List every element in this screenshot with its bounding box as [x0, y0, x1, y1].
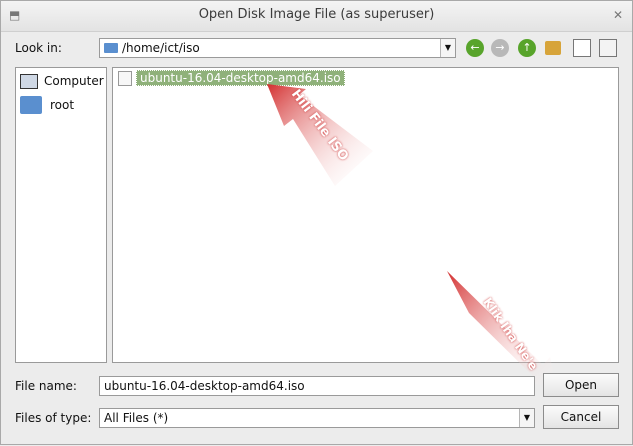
open-button[interactable]: Open [543, 373, 619, 397]
file-list: ubuntu-16.04-desktop-amd64.iso [112, 67, 619, 363]
sidebar-item-root[interactable]: root [20, 94, 74, 116]
files-of-type-value: All Files (*) [104, 411, 169, 425]
title-bar: ⬒ Open Disk Image File (as superuser) ✕ [1, 1, 632, 32]
new-folder-icon[interactable] [545, 41, 561, 55]
file-name: ubuntu-16.04-desktop-amd64.iso [136, 70, 345, 86]
file-name-field[interactable]: ubuntu-16.04-desktop-amd64.iso [99, 376, 535, 396]
close-window-icon[interactable]: ✕ [613, 8, 623, 22]
detail-view-icon[interactable] [573, 39, 591, 57]
arrow-up-icon[interactable]: ↑ [518, 39, 536, 57]
look-in-combobox[interactable]: /home/ict/iso ▼ [99, 38, 456, 58]
sidebar-item-computer[interactable]: Computer [20, 70, 104, 92]
arrow-left-icon[interactable]: ← [466, 39, 484, 57]
file-icon [118, 70, 132, 86]
list-item[interactable]: ubuntu-16.04-desktop-amd64.iso [118, 70, 345, 86]
open-disk-image-dialog: ⬒ Open Disk Image File (as superuser) ✕ … [0, 0, 633, 445]
look-in-path: /home/ict/iso [122, 41, 200, 55]
file-name-label: File name: [15, 379, 77, 393]
list-view-icon[interactable] [599, 39, 617, 57]
folder-icon [20, 96, 42, 114]
cancel-button[interactable]: Cancel [543, 405, 619, 429]
dialog-title: Open Disk Image File (as superuser) [198, 7, 435, 22]
sidebar-item-label: root [50, 98, 75, 112]
look-in-label: Look in: [15, 41, 62, 55]
files-of-type-label: Files of type: [15, 411, 92, 425]
chevron-down-icon[interactable]: ▼ [519, 409, 534, 427]
sidebar-item-label: Computer [44, 74, 104, 88]
places-sidebar: Computer root [15, 67, 107, 363]
arrow-right-icon[interactable]: → [491, 39, 509, 57]
chevron-down-icon[interactable]: ▼ [440, 39, 455, 57]
computer-icon [20, 73, 38, 89]
files-of-type-combobox[interactable]: All Files (*) ▼ [99, 408, 535, 428]
folder-icon [104, 43, 118, 53]
